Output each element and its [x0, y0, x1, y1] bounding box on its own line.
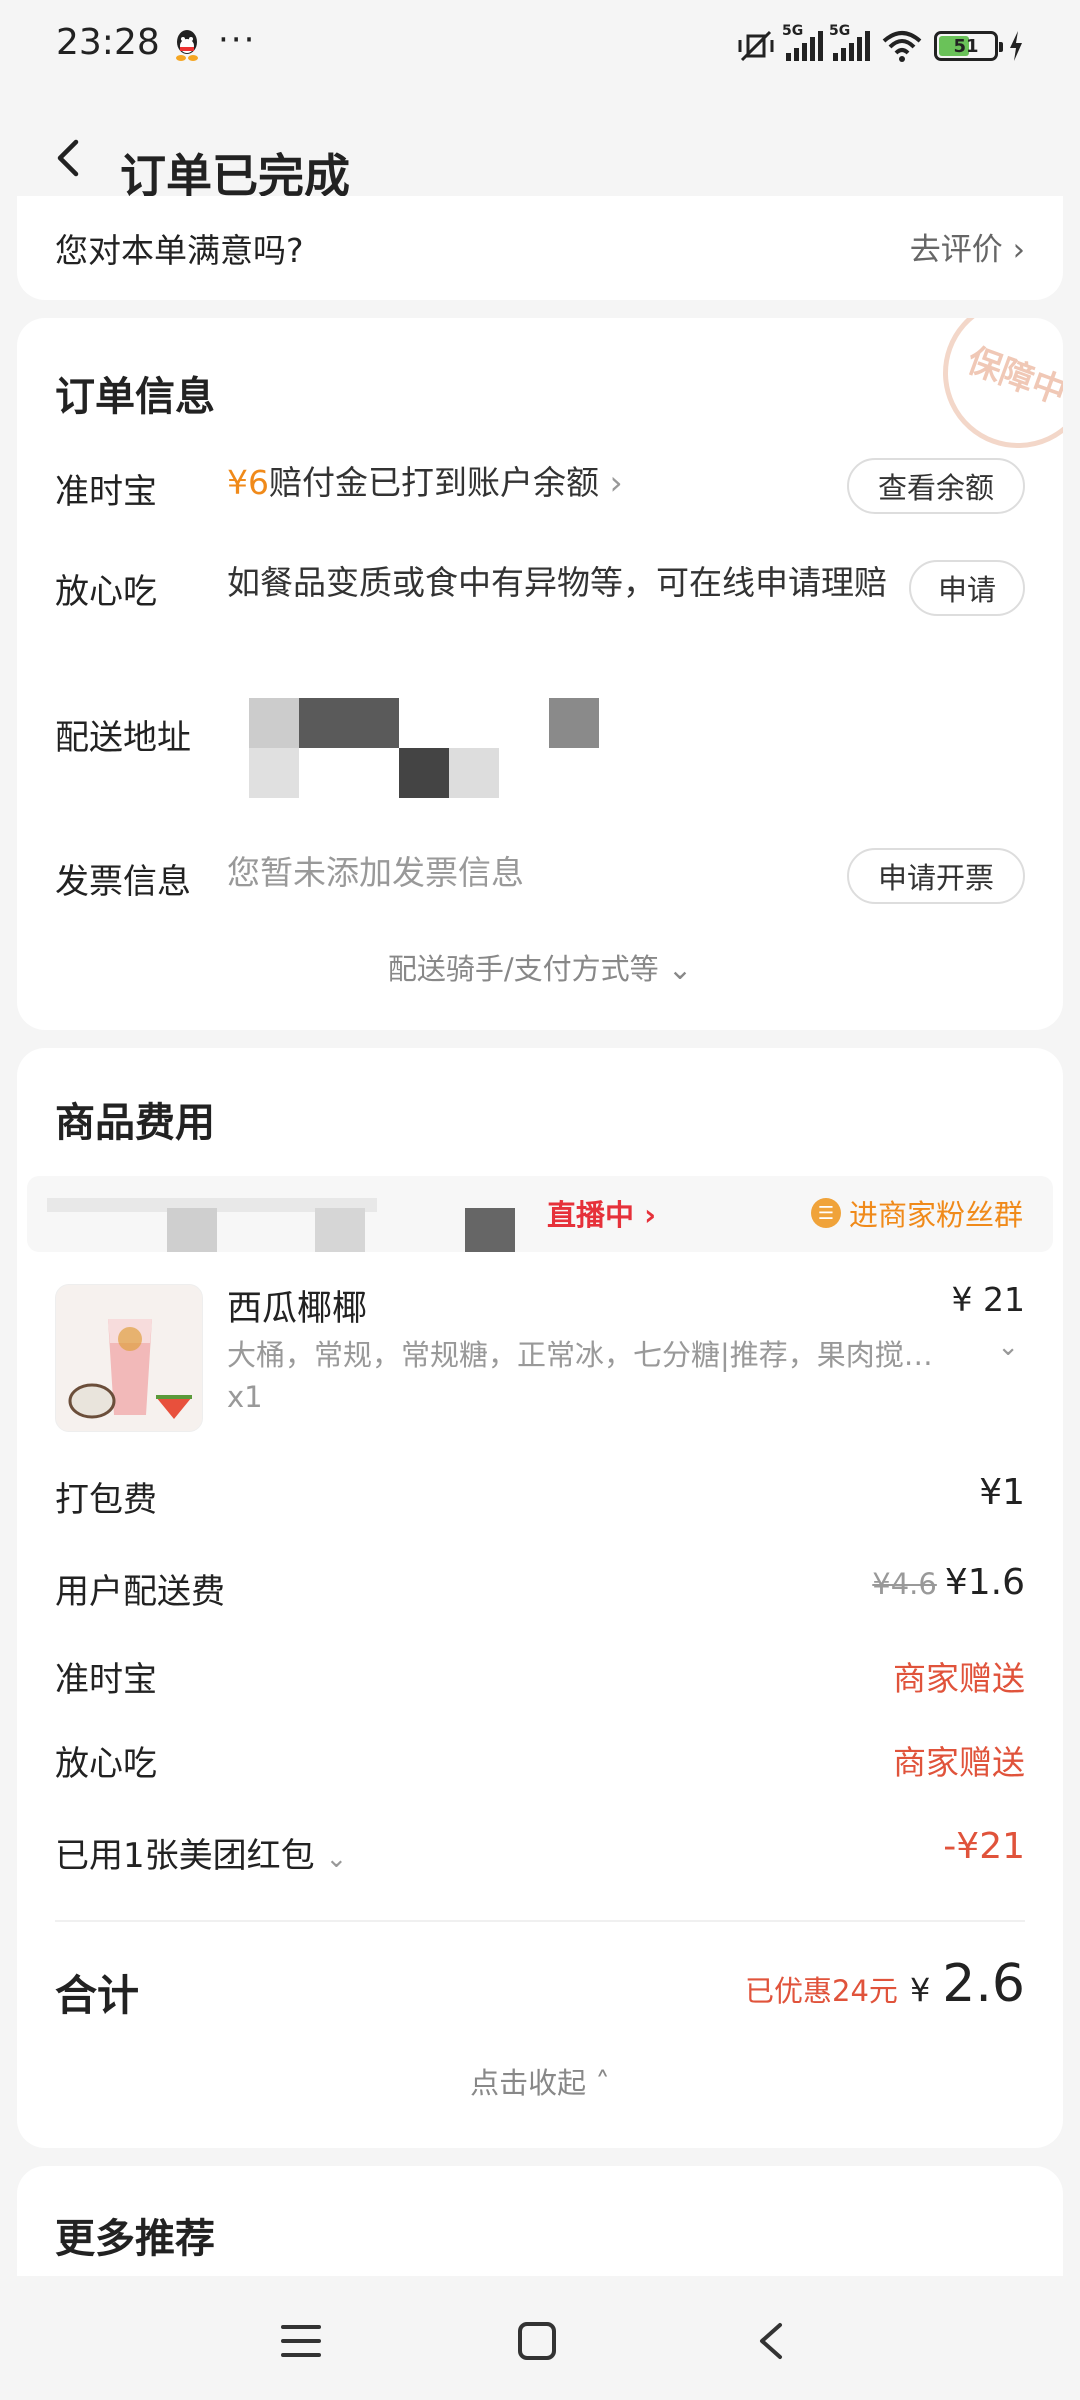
product-spec[interactable]: 大桶，常规，常规糖，正常冰，七分糖|推荐，果肉搅…	[227, 1332, 987, 1374]
product-qty: x1	[227, 1380, 263, 1414]
divider	[55, 1920, 1025, 1922]
ontime-fee-label: 准时宝	[55, 1660, 157, 1700]
redpacket-label[interactable]: 已用1张美团红包 ⌄	[55, 1828, 347, 1877]
rating-question: 您对本单满意吗?	[55, 231, 304, 270]
ontime-text[interactable]: ¥6赔付金已打到账户余额 ›	[227, 460, 623, 506]
status-icons: 5G 5G 51	[736, 23, 1024, 68]
home-icon[interactable]	[512, 2316, 562, 2366]
total-discount: 已优惠24元	[745, 1974, 898, 2008]
back-arrow-icon[interactable]	[50, 138, 90, 178]
signal-1-icon: 5G	[782, 23, 823, 61]
product-name: 西瓜椰椰	[227, 1289, 368, 1329]
total-amount: 已优惠24元 ¥2.6	[745, 1954, 1025, 2014]
apply-invoice-button[interactable]: 申请开票	[847, 848, 1025, 904]
nav-back-icon[interactable]	[746, 2316, 796, 2366]
guarantee-stamp: 保障中	[921, 318, 1063, 470]
safe-fee-label: 放心吃	[55, 1744, 157, 1784]
expand-more-details[interactable]: 配送骑手/支付方式等 ⌄	[17, 946, 1063, 988]
order-info-card: 保障中 订单信息 准时宝 ¥6赔付金已打到账户余额 › 查看余额 放心吃 如餐品…	[17, 318, 1063, 1030]
invoice-label: 发票信息	[55, 862, 191, 902]
apply-claim-button[interactable]: 申请	[909, 560, 1025, 616]
join-fans-group-button[interactable]: ☰ 进商家粉丝群	[810, 1192, 1023, 1234]
redpacket-value: -¥21	[943, 1826, 1025, 1867]
collapse-button[interactable]: 点击收起 ˄	[17, 2060, 1063, 2102]
more-recommendations-card: 更多推荐	[17, 2166, 1063, 2276]
fees-card: 商品费用 直播中 › ☰ 进商家粉丝群 西瓜椰椰 ¥ 21 大桶，常规，常规糖，…	[17, 1048, 1063, 2148]
address-label: 配送地址	[55, 718, 191, 758]
more-recs-title: 更多推荐	[55, 2216, 215, 2262]
safe-label: 放心吃	[55, 572, 157, 612]
menu-icon[interactable]	[276, 2316, 326, 2366]
packing-fee-label: 打包费	[55, 1480, 157, 1520]
rate-link[interactable]: 去评价 ›	[910, 224, 1025, 269]
drink-image-icon	[56, 1285, 202, 1431]
status-time: 23:28	[56, 22, 160, 63]
fees-title: 商品费用	[55, 1100, 215, 1146]
system-nav-bar	[0, 2276, 1080, 2400]
more-notifications-icon: ···	[218, 20, 257, 60]
ontime-fee-value: 商家赠送	[893, 1659, 1025, 1698]
spec-expand-icon[interactable]: ⌄	[997, 1332, 1019, 1362]
rating-card[interactable]: 您对本单满意吗? 去评价 ›	[17, 196, 1063, 300]
product-image[interactable]	[55, 1284, 203, 1432]
battery-icon: 51	[934, 31, 1003, 61]
view-balance-button[interactable]: 查看余额	[847, 458, 1025, 514]
wifi-icon	[882, 31, 922, 62]
product-price: ¥ 21	[951, 1280, 1025, 1319]
delivery-fee-label: 用户配送费	[55, 1572, 225, 1612]
live-badge[interactable]: 直播中 ›	[547, 1192, 656, 1234]
order-info-title: 订单信息	[55, 374, 215, 420]
safe-text: 如餐品变质或食中有异物等，可在线申请理赔	[227, 563, 887, 602]
total-value: 2.6	[942, 1954, 1025, 2014]
delivery-fee-value: ¥4.6 ¥1.6	[872, 1562, 1025, 1603]
signal-2-icon: 5G	[829, 23, 870, 61]
qq-icon	[176, 30, 198, 61]
ontime-label: 准时宝	[55, 472, 157, 512]
packing-fee-value: ¥1	[979, 1472, 1025, 1513]
shop-bar[interactable]: 直播中 › ☰ 进商家粉丝群	[27, 1176, 1053, 1252]
total-label: 合计	[55, 1971, 140, 2020]
mute-vibrate-icon	[738, 30, 774, 62]
invoice-text: 您暂未添加发票信息	[227, 853, 524, 892]
status-bar: 23:28 ··· 5G 5G 51	[0, 0, 1080, 90]
chat-icon: ☰	[810, 1198, 841, 1228]
safe-fee-value: 商家赠送	[893, 1743, 1025, 1782]
charging-icon	[1010, 31, 1022, 61]
